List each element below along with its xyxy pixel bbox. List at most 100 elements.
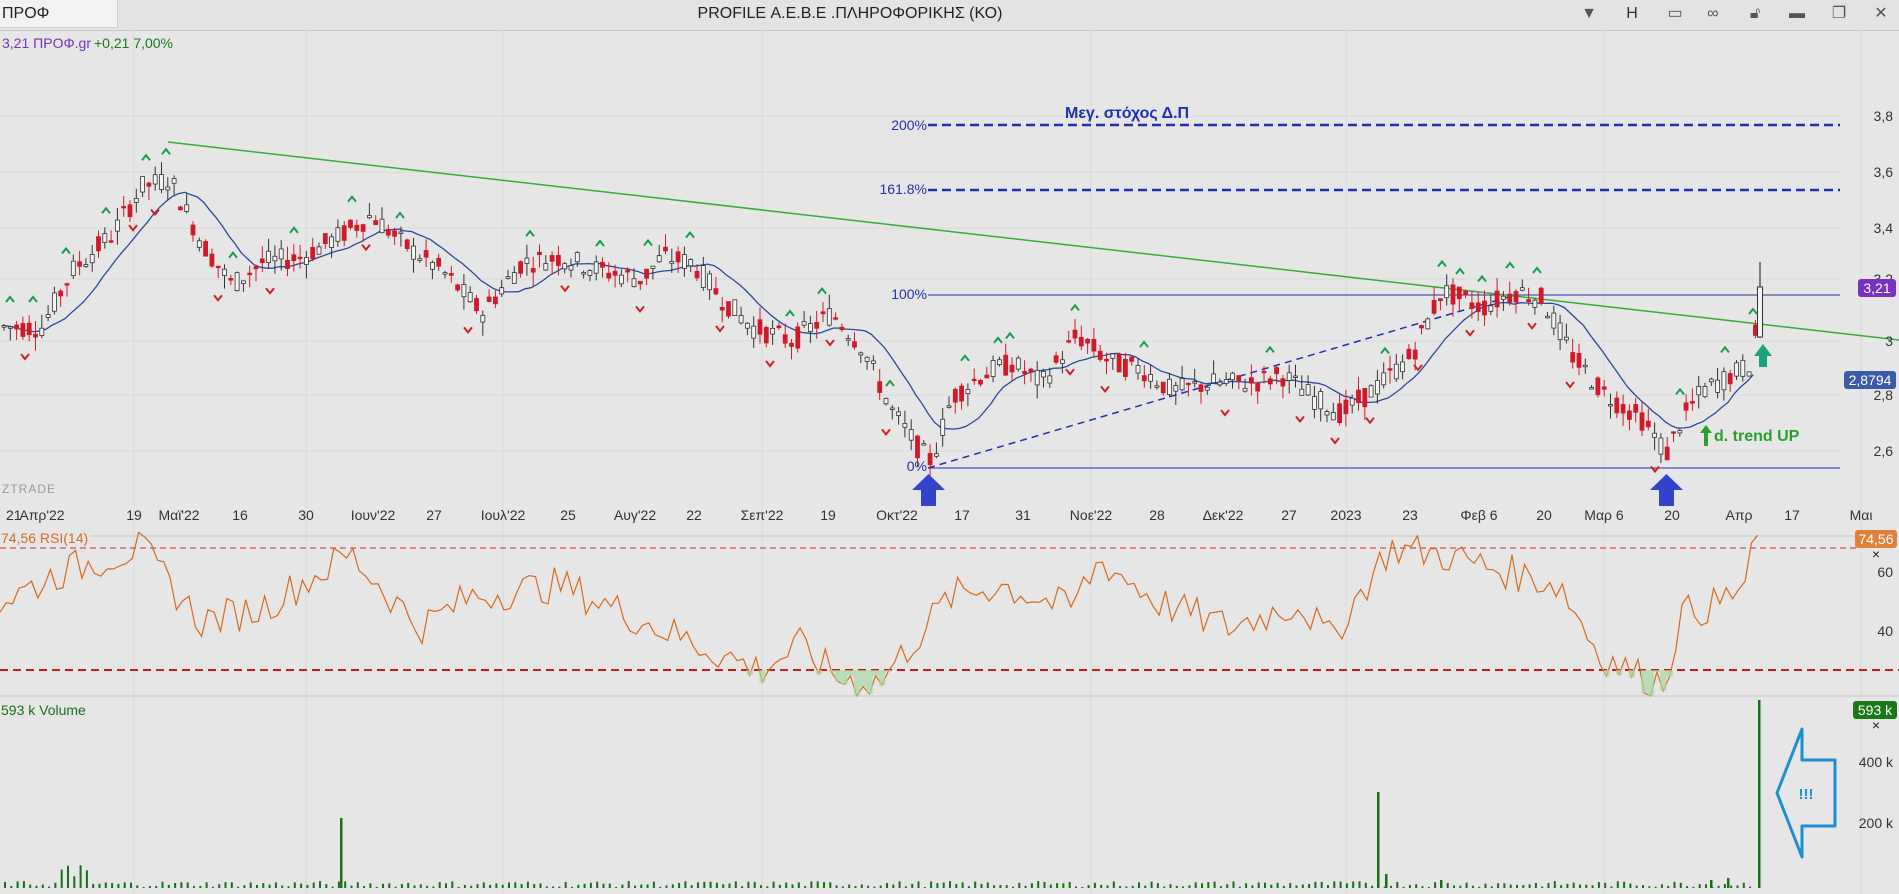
candle-body [1242, 388, 1248, 392]
rsi-tick: 40 [1877, 623, 1893, 639]
volume-bar [1516, 884, 1518, 888]
volume-bar [1440, 880, 1443, 888]
volume-close-icon[interactable]: × [1872, 717, 1880, 733]
candle-body [1551, 312, 1557, 329]
candle-body [1589, 387, 1594, 390]
x-tick-label: Ιουλ'22 [481, 507, 526, 523]
x-tick-label: 25 [560, 507, 576, 523]
price-tick: 3,8 [1874, 108, 1894, 124]
fractal-down-icon [1465, 329, 1475, 337]
volume-bar [1673, 881, 1676, 888]
candle-body [64, 283, 70, 286]
trend-up-label: d. trend UP [1714, 428, 1800, 445]
candle-body [492, 296, 498, 305]
close-icon[interactable]: ✕ [1864, 0, 1898, 28]
volume-bar [1698, 884, 1701, 888]
volume-bar [167, 884, 170, 888]
volume-bars [4, 700, 1761, 888]
candle-body [1639, 412, 1645, 431]
volume-bar [1597, 882, 1600, 888]
fractal-up-icon [1505, 261, 1515, 269]
x-tick-label: 19 [126, 507, 142, 523]
panel-icon[interactable]: ▭ [1658, 0, 1692, 28]
h-button[interactable]: H [1615, 0, 1649, 28]
fractal-up-icon [885, 379, 895, 387]
rsi-oversold-area [847, 670, 854, 676]
candle-body [562, 263, 568, 270]
volume-bar [193, 886, 195, 888]
volume-bar [180, 882, 183, 888]
candle-body [505, 276, 511, 279]
volume-bar [1566, 883, 1569, 888]
fractal-up-icon [960, 354, 970, 362]
minimize-icon[interactable]: ▬ [1780, 0, 1814, 28]
symbol-tab[interactable]: ΠΡΟΦ [0, 0, 118, 28]
volume-bar [596, 881, 599, 888]
volume-bar [1453, 885, 1455, 888]
candle-body [801, 321, 807, 326]
volume-bar [445, 883, 447, 888]
price-tick: 3,6 [1874, 164, 1894, 180]
candle-body [1060, 359, 1065, 364]
candle-body [1173, 385, 1179, 392]
candle-body [656, 255, 662, 263]
volume-bar [1710, 880, 1713, 888]
x-tick-label: 27 [1281, 507, 1297, 523]
x-tick-label: 27 [426, 507, 442, 523]
fractal-down-icon [213, 294, 223, 302]
candle-body [1198, 384, 1204, 392]
volume-bar [29, 884, 32, 888]
candle-body [259, 258, 265, 263]
candle-body [1519, 287, 1525, 291]
volume-bar [640, 884, 643, 888]
volume-bar [879, 885, 882, 888]
x-tick-label: Ιουν'22 [351, 507, 396, 523]
volume-bar [300, 883, 303, 888]
candle-body [417, 258, 423, 261]
candle-body [1671, 431, 1676, 434]
rsi-oversold-area [1641, 670, 1648, 694]
volume-bar [860, 884, 863, 888]
candle-body [889, 407, 895, 410]
fractal-up-icon [817, 286, 827, 295]
candle-body [1135, 365, 1141, 374]
fib-0-label: 0% [907, 458, 927, 474]
candle-body [776, 325, 782, 329]
fractal-up-icon [5, 295, 15, 303]
callout-text: !!! [1799, 786, 1814, 803]
rsi-oversold-fill [746, 670, 1673, 696]
lock-icon[interactable]: 🔓︎ [1738, 0, 1772, 28]
volume-bar [697, 882, 699, 888]
rsi-oversold-area [1653, 670, 1661, 672]
dropdown-chevron-icon[interactable]: ▼ [1572, 0, 1606, 28]
fractal-up-icon [141, 153, 151, 161]
rsi-oversold-area [1628, 670, 1635, 678]
candle-body [404, 239, 410, 250]
volume-bar [949, 881, 951, 888]
rsi-badge-text: 74,56 [1858, 531, 1893, 547]
volume-bar [1522, 885, 1525, 888]
chart-area[interactable]: 3,21 ΠΡΟΦ.gr +0,21 7,00% 200% 161.8% 100… [0, 30, 1899, 894]
candle-body [1469, 302, 1475, 309]
candle-body [795, 326, 801, 349]
volume-bar [476, 884, 479, 888]
volume-bar [312, 882, 315, 888]
volume-bar [501, 884, 504, 888]
candle-body [726, 301, 731, 317]
rsi-oversold-area [1666, 670, 1673, 677]
candle-body [303, 257, 309, 265]
rsi-close-icon[interactable]: × [1872, 546, 1880, 562]
candle-body [146, 182, 152, 187]
candle-body [751, 325, 757, 339]
candle-body [902, 423, 908, 428]
restore-icon[interactable]: ❐ [1822, 0, 1856, 28]
volume-bar [394, 886, 397, 888]
link-icon[interactable]: ∞ [1696, 0, 1730, 28]
candle-body [133, 198, 139, 203]
candle-body [524, 257, 530, 264]
candle-body [1123, 358, 1128, 377]
candle-body [354, 224, 360, 231]
candle-body [682, 254, 687, 269]
fractal-up-icon [61, 246, 71, 255]
volume-bar [1705, 884, 1707, 888]
